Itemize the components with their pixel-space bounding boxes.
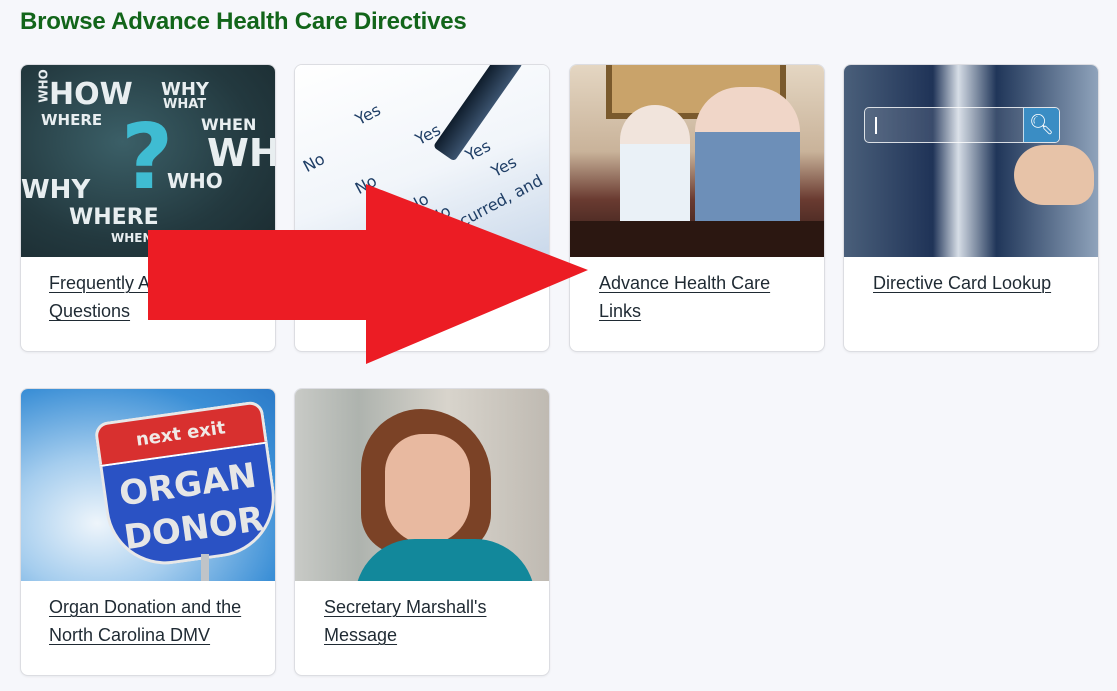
card-organ-donation[interactable]: next exit ORGAN DONOR Organ Donation and…: [20, 388, 276, 676]
card-body: Frequently Asked Questions: [21, 257, 275, 351]
card-link-secretary-message[interactable]: Secretary Marshall's Message: [324, 597, 486, 645]
card-links[interactable]: Advance Health Care Links: [569, 64, 825, 352]
image-word: Yes: [488, 152, 520, 181]
card-forms[interactable]: Yes No Yes No Yes Yes No No curred, and: [294, 64, 550, 352]
card-directive-lookup[interactable]: 🔍︎ Directive Card Lookup: [843, 64, 1099, 352]
image-word: WHO: [167, 169, 223, 193]
image-word: No: [299, 149, 328, 176]
card-body: Organ Donation and the North Carolina DM…: [21, 581, 275, 675]
image-word: WHERE: [41, 111, 103, 129]
organ-donor-sign-image[interactable]: next exit ORGAN DONOR: [21, 389, 275, 581]
question-words-image[interactable]: WHO HOW WHY WHAT WHERE WHEN WHA WHY WHO …: [21, 65, 275, 257]
table-graphic: [570, 221, 824, 257]
card-body: Secretary Marshall's Message: [295, 581, 549, 675]
card-link-organ-donation[interactable]: Organ Donation and the North Carolina DM…: [49, 597, 241, 645]
woman-graphic: [620, 105, 690, 235]
image-word: No: [351, 171, 380, 198]
image-word: Yes: [352, 100, 384, 129]
card-link-directive-card-lookup[interactable]: Directive Card Lookup: [873, 273, 1051, 293]
search-bar-graphic: 🔍︎: [864, 107, 1060, 143]
image-word: curred, and: [455, 170, 546, 231]
card-body: Advance Health Care Links: [570, 257, 824, 351]
checklist-form-image[interactable]: Yes No Yes No Yes Yes No No curred, and: [295, 65, 549, 257]
text-cursor-graphic: [875, 117, 877, 134]
pointing-hand-graphic: [1014, 145, 1094, 205]
road-sign-graphic: next exit ORGAN DONOR: [93, 399, 275, 573]
image-word: WHY: [21, 175, 91, 205]
card-body: [295, 257, 549, 351]
card-link-advance-health-care-links[interactable]: Advance Health Care Links: [599, 273, 770, 321]
face-graphic: [385, 434, 470, 544]
page-title: Browse Advance Health Care Directives: [20, 8, 467, 35]
card-secretary-message[interactable]: Secretary Marshall's Message: [294, 388, 550, 676]
secretary-portrait-image[interactable]: [295, 389, 549, 581]
magnifier-icon: 🔍︎: [1023, 108, 1059, 142]
question-mark-graphic: ?: [121, 105, 174, 210]
page: Browse Advance Health Care Directives WH…: [0, 0, 1117, 691]
sign-bottom-text: ORGAN DONOR: [99, 441, 275, 573]
card-body: Directive Card Lookup: [844, 257, 1098, 351]
card-faq[interactable]: WHO HOW WHY WHAT WHERE WHEN WHA WHY WHO …: [20, 64, 276, 352]
image-word: WHEN: [111, 231, 153, 245]
search-bar-touch-image[interactable]: 🔍︎: [844, 65, 1098, 257]
sign-pole-graphic: [201, 554, 209, 581]
elderly-couple-image[interactable]: [570, 65, 824, 257]
card-link-faq[interactable]: Frequently Asked Questions: [49, 273, 188, 321]
